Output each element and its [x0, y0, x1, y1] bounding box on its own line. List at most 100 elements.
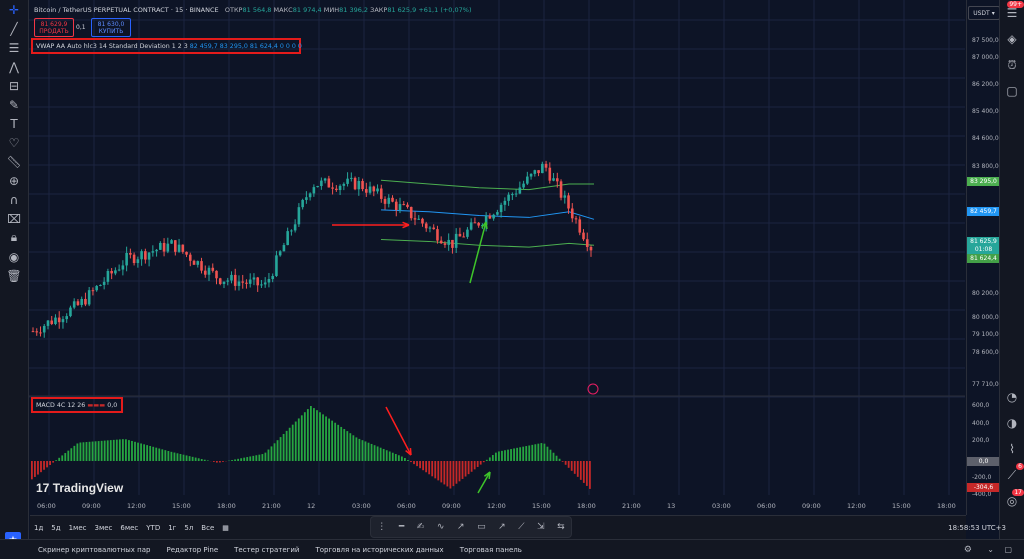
timeframe-2[interactable]: 1мес [65, 524, 91, 532]
macd-bar [67, 451, 69, 461]
ruler-icon[interactable]: 📏︎ [0, 152, 28, 171]
pitchfork-icon[interactable]: ⋀ [0, 57, 28, 76]
macd-bar [143, 444, 145, 461]
price-chart[interactable]: 06:0009:0012:0015:0018:0021:001203:0006:… [29, 0, 971, 515]
sell-button[interactable]: 81 629,9 ПРОДАТЬ [34, 18, 74, 37]
timeframe-7[interactable]: 5л [180, 524, 197, 532]
macd-bar [434, 461, 436, 478]
pattern-tool-icon[interactable]: ↗ [457, 522, 465, 532]
candle-body [279, 251, 282, 255]
macd-bar [544, 444, 546, 461]
macd-bar [177, 453, 179, 461]
candle-body [283, 245, 286, 251]
macd-bar [83, 442, 85, 461]
measure-tool-icon[interactable]: ⇲ [537, 522, 545, 532]
crosshair-icon[interactable]: ✛ [0, 0, 28, 19]
bottom-tab-list: Скринер криптовалютных парРедактор PineТ… [30, 546, 530, 554]
alerts-icon[interactable]: ⏰︎ [1000, 52, 1024, 78]
timeframe-0[interactable]: 1д [30, 524, 47, 532]
macd-bar [298, 418, 300, 461]
timeframe-3[interactable]: 3мес [90, 524, 116, 532]
brush-tool-icon[interactable]: ✍ [417, 522, 425, 532]
candle-body [159, 243, 162, 250]
candle-body [395, 202, 398, 210]
candle-body [178, 245, 181, 252]
symbol-legend[interactable]: Bitcoin / TetherUS PERPETUAL CONTRACT · … [34, 6, 472, 14]
pie-icon[interactable]: ◑ [1000, 410, 1024, 436]
candle-body [260, 284, 263, 285]
currency-selector[interactable]: USDT ▾ [968, 6, 1000, 20]
brush-icon[interactable]: ✎ [0, 95, 28, 114]
rectangle-tool-icon[interactable]: ▭ [477, 522, 486, 532]
macd-bar [586, 461, 588, 486]
fib-icon[interactable]: ⊟ [0, 76, 28, 95]
chevron-down-icon: ▾ [992, 10, 995, 17]
chart-area[interactable]: 06:0009:0012:0015:0018:0021:001203:0006:… [29, 0, 971, 515]
candle-body [316, 186, 319, 187]
path-tool-icon[interactable]: ∿ [437, 522, 445, 532]
macd-bar [450, 461, 452, 489]
macd-bar [531, 445, 533, 461]
macd-bar [371, 444, 373, 461]
ray-tool-icon[interactable]: ⟋ [518, 522, 524, 532]
candle-body [391, 198, 394, 202]
chat-icon[interactable]: ▢ [1000, 78, 1024, 104]
bottom-tab-3[interactable]: Торговля на исторических данных [307, 546, 451, 554]
eye-icon[interactable]: ◉ [0, 247, 28, 266]
candle-body [256, 277, 259, 285]
gear-icon[interactable]: ⚙ [964, 545, 972, 555]
timeframe-5[interactable]: YTD [142, 524, 164, 532]
text-icon[interactable]: T [0, 114, 28, 133]
streams-icon[interactable]: ◎17 [1000, 488, 1024, 514]
clock[interactable]: 18:58:53 UTC+3 [948, 524, 1006, 532]
sell-price: 81 629,9 [41, 21, 68, 28]
bottom-tab-2[interactable]: Тестер стратегий [226, 546, 307, 554]
upper-band-tag: 83 295,0 [967, 177, 1000, 186]
macd-bar [261, 454, 263, 461]
candle-body [541, 164, 544, 173]
vwap-label: VWAP AA Auto hlc3 14 Standard Deviation … [36, 43, 188, 50]
candle-body [590, 247, 593, 250]
line-tool-icon[interactable]: ━ [399, 522, 404, 532]
zoom-icon[interactable]: ⊕ [0, 171, 28, 190]
symbol-title[interactable]: Bitcoin / TetherUS PERPETUAL CONTRACT · … [34, 6, 219, 14]
macd-bar [443, 461, 445, 484]
timeframe-4[interactable]: 6мес [116, 524, 142, 532]
timeframe-8[interactable]: Все [197, 524, 218, 532]
trendline-icon[interactable]: ╱ [0, 19, 28, 38]
chevron-down-icon[interactable]: ⌄ [987, 545, 994, 554]
ideas-icon[interactable]: ⟋6 [1000, 462, 1024, 488]
arrow-tool-icon[interactable]: ↗ [498, 522, 506, 532]
timeframe-6[interactable]: 1г [164, 524, 180, 532]
macd-bar [246, 457, 248, 461]
candle-body [107, 271, 110, 282]
vwap-indicator-legend[interactable]: VWAP AA Auto hlc3 14 Standard Deviation … [31, 38, 301, 54]
bottom-tab-0[interactable]: Скринер криптовалютных пар [30, 546, 158, 554]
time-tick: 13 [667, 502, 675, 510]
layers-icon[interactable]: ◈ [1000, 26, 1024, 52]
lock-drawings-icon[interactable]: ⌧ [0, 209, 28, 228]
watchlist-icon[interactable]: ☰99+ [1000, 0, 1024, 26]
tradingview-logo[interactable]: 17 TradingView [36, 481, 123, 495]
macd-indicator-legend[interactable]: MACD 4C 12 26 ▬▬▬ 0,0 [31, 397, 123, 413]
macd-bar [507, 450, 509, 461]
macd-bar [404, 458, 406, 461]
magnet-icon[interactable]: ∩ [0, 190, 28, 209]
maximize-icon[interactable]: ▢ [1004, 545, 1012, 554]
lock-icon[interactable]: 🔒︎ [0, 228, 28, 247]
buy-button[interactable]: 81 630,0 КУПИТЬ [91, 18, 131, 37]
bottom-tab-1[interactable]: Редактор Pine [158, 546, 226, 554]
candle-body [234, 275, 237, 286]
speed-icon[interactable]: ◔ [1000, 384, 1024, 410]
bottom-tab-4[interactable]: Торговая панель [452, 546, 530, 554]
heart-icon[interactable]: ♡ [0, 133, 28, 152]
trash-icon[interactable]: 🗑︎ [0, 266, 28, 285]
timeframe-1[interactable]: 5д [47, 524, 64, 532]
candle-body [140, 251, 143, 259]
calendar-icon[interactable]: ▦ [218, 524, 233, 532]
horizontal-lines-icon[interactable]: ☰ [0, 38, 28, 57]
chart-icon[interactable]: ⌇ [1000, 436, 1024, 462]
macd-histogram [31, 406, 591, 489]
drag-handle-icon[interactable]: ⋮ [377, 522, 386, 532]
settings-tool-icon[interactable]: ⇆ [557, 522, 565, 532]
